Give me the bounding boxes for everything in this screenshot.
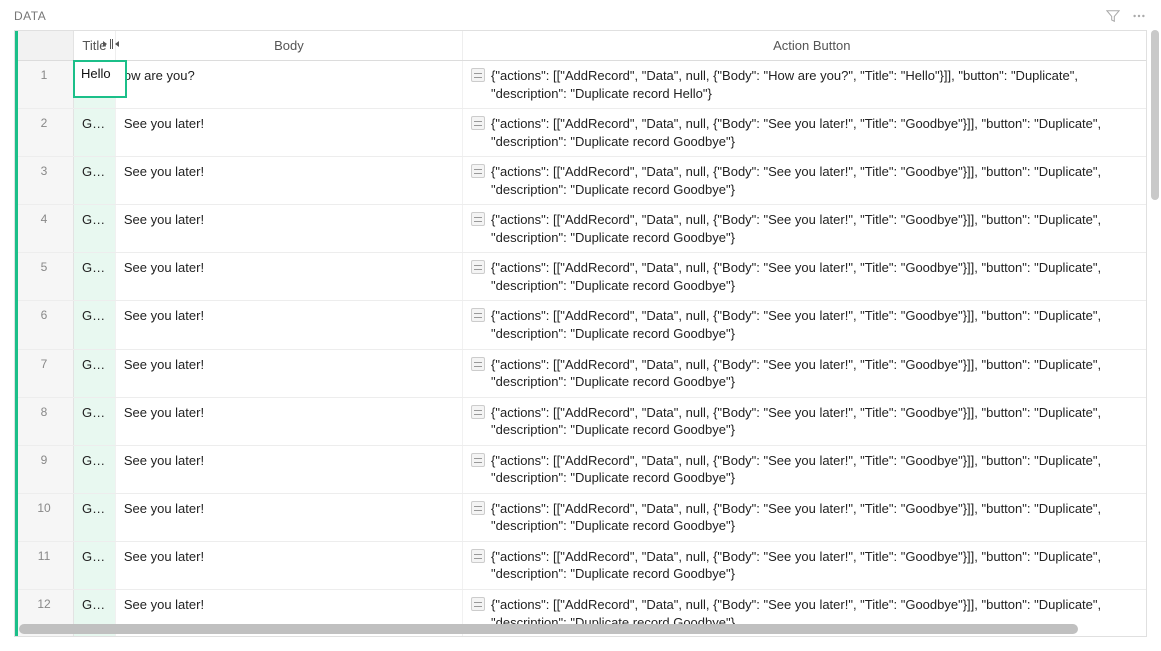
cell-action-text: {"actions": [["AddRecord", "Data", null,… xyxy=(491,549,1101,582)
cell-action-button[interactable]: {"actions": [["AddRecord", "Data", null,… xyxy=(463,445,1146,493)
cell-body[interactable]: See you later! xyxy=(115,253,462,301)
cell-action-text: {"actions": [["AddRecord", "Data", null,… xyxy=(491,501,1101,534)
cell-action-button[interactable]: {"actions": [["AddRecord", "Data", null,… xyxy=(463,541,1146,589)
table-row[interactable]: 3Go…See you later! {"actions": [["AddReco… xyxy=(15,157,1146,205)
expand-icon[interactable] xyxy=(471,116,485,130)
cell-action-button[interactable]: {"actions": [["AddRecord", "Data", null,… xyxy=(463,61,1146,109)
row-number[interactable]: 2 xyxy=(15,109,74,157)
cell-action-text: {"actions": [["AddRecord", "Data", null,… xyxy=(491,116,1101,149)
table-row[interactable]: 7Go…See you later! {"actions": [["AddReco… xyxy=(15,349,1146,397)
cell-body[interactable]: See you later! xyxy=(115,349,462,397)
row-number[interactable]: 7 xyxy=(15,349,74,397)
expand-icon[interactable] xyxy=(471,164,485,178)
table-row[interactable]: 4Go…See you later! {"actions": [["AddReco… xyxy=(15,205,1146,253)
cell-action-button[interactable]: {"actions": [["AddRecord", "Data", null,… xyxy=(463,205,1146,253)
cell-action-button[interactable]: {"actions": [["AddRecord", "Data", null,… xyxy=(463,157,1146,205)
horizontal-scrollbar-thumb[interactable] xyxy=(19,624,1078,634)
column-header-title[interactable]: Title xyxy=(74,31,116,61)
cell-title[interactable]: Go… xyxy=(74,109,116,157)
row-number[interactable]: 4 xyxy=(15,205,74,253)
cell-title[interactable]: Go… xyxy=(74,301,116,349)
data-table: Title Body Action Button + 1Helloow are … xyxy=(15,31,1146,636)
section-title: DATA xyxy=(14,9,46,23)
expand-icon[interactable] xyxy=(471,453,485,467)
expand-icon[interactable] xyxy=(471,357,485,371)
cell-action-text: {"actions": [["AddRecord", "Data", null,… xyxy=(491,357,1101,390)
expand-icon[interactable] xyxy=(471,501,485,515)
cell-title[interactable]: Go… xyxy=(74,541,116,589)
expand-icon[interactable] xyxy=(471,68,485,82)
cell-title[interactable]: Go… xyxy=(74,349,116,397)
table-row[interactable]: 5Go…See you later! {"actions": [["AddReco… xyxy=(15,253,1146,301)
cell-action-text: {"actions": [["AddRecord", "Data", null,… xyxy=(491,405,1101,438)
cell-body[interactable]: See you later! xyxy=(115,445,462,493)
row-number[interactable]: 3 xyxy=(15,157,74,205)
cell-title[interactable]: Go… xyxy=(74,445,116,493)
cell-title[interactable]: Hello xyxy=(74,61,116,109)
cell-body[interactable]: See you later! xyxy=(115,397,462,445)
cell-action-button[interactable]: {"actions": [["AddRecord", "Data", null,… xyxy=(463,349,1146,397)
filter-icon[interactable] xyxy=(1103,6,1123,26)
cell-action-text: {"actions": [["AddRecord", "Data", null,… xyxy=(491,212,1101,245)
table-row[interactable]: 2Go…See you later! {"actions": [["AddReco… xyxy=(15,109,1146,157)
row-number[interactable]: 5 xyxy=(15,253,74,301)
expand-icon[interactable] xyxy=(471,260,485,274)
cell-body[interactable]: See you later! xyxy=(115,157,462,205)
cell-action-button[interactable]: {"actions": [["AddRecord", "Data", null,… xyxy=(463,301,1146,349)
cell-title[interactable]: Go… xyxy=(74,205,116,253)
row-number[interactable]: 8 xyxy=(15,397,74,445)
cell-title[interactable]: Go… xyxy=(74,397,116,445)
section-header: DATA xyxy=(0,0,1161,30)
row-number[interactable]: 1 xyxy=(15,61,74,109)
cell-action-button[interactable]: {"actions": [["AddRecord", "Data", null,… xyxy=(463,493,1146,541)
cell-action-text: {"actions": [["AddRecord", "Data", null,… xyxy=(491,260,1101,293)
expand-icon[interactable] xyxy=(471,549,485,563)
vertical-scrollbar-thumb[interactable] xyxy=(1151,30,1159,200)
column-header-row: Title Body Action Button + xyxy=(15,31,1146,61)
cell-action-button[interactable]: {"actions": [["AddRecord", "Data", null,… xyxy=(463,397,1146,445)
expand-icon[interactable] xyxy=(471,405,485,419)
row-number[interactable]: 10 xyxy=(15,493,74,541)
column-header-body-label: Body xyxy=(274,38,304,53)
column-header-title-label: Title xyxy=(82,38,106,53)
vertical-scrollbar[interactable] xyxy=(1151,30,1159,631)
cell-action-text: {"actions": [["AddRecord", "Data", null,… xyxy=(491,308,1101,341)
cell-title[interactable]: Go… xyxy=(74,253,116,301)
row-number[interactable]: 9 xyxy=(15,445,74,493)
cell-action-button[interactable]: {"actions": [["AddRecord", "Data", null,… xyxy=(463,253,1146,301)
cell-title[interactable]: Go… xyxy=(74,157,116,205)
column-header-body[interactable]: Body xyxy=(115,31,462,61)
expand-icon[interactable] xyxy=(471,212,485,226)
column-header-action[interactable]: Action Button xyxy=(463,31,1146,61)
table-row[interactable]: 10Go…See you later! {"actions": [["AddRec… xyxy=(15,493,1146,541)
cell-action-text: {"actions": [["AddRecord", "Data", null,… xyxy=(491,68,1078,101)
more-icon[interactable] xyxy=(1129,6,1149,26)
cell-body[interactable]: ow are you? xyxy=(115,61,462,109)
column-header-action-label: Action Button xyxy=(773,38,850,53)
cell-body[interactable]: See you later! xyxy=(115,541,462,589)
table-row[interactable]: 11Go…See you later! {"actions": [["AddRec… xyxy=(15,541,1146,589)
cell-body[interactable]: See you later! xyxy=(115,205,462,253)
horizontal-scrollbar[interactable] xyxy=(19,624,1122,634)
cell-title[interactable]: Go… xyxy=(74,493,116,541)
table-row[interactable]: 9Go…See you later! {"actions": [["AddReco… xyxy=(15,445,1146,493)
cell-body[interactable]: See you later! xyxy=(115,109,462,157)
row-number[interactable]: 11 xyxy=(15,541,74,589)
cell-action-button[interactable]: {"actions": [["AddRecord", "Data", null,… xyxy=(463,109,1146,157)
expand-icon[interactable] xyxy=(471,308,485,322)
expand-icon[interactable] xyxy=(471,597,485,611)
corner-cell[interactable] xyxy=(15,31,74,61)
table-row[interactable]: 8Go…See you later! {"actions": [["AddReco… xyxy=(15,397,1146,445)
cell-body[interactable]: See you later! xyxy=(115,493,462,541)
table-row[interactable]: 1Helloow are you? {"actions": [["AddRecor… xyxy=(15,61,1146,109)
cell-body[interactable]: See you later! xyxy=(115,301,462,349)
row-number[interactable]: 6 xyxy=(15,301,74,349)
cell-action-text: {"actions": [["AddRecord", "Data", null,… xyxy=(491,453,1101,486)
table-row[interactable]: 6Go…See you later! {"actions": [["AddReco… xyxy=(15,301,1146,349)
data-grid: Title Body Action Button + 1Helloow are … xyxy=(14,30,1147,637)
cell-action-text: {"actions": [["AddRecord", "Data", null,… xyxy=(491,164,1101,197)
